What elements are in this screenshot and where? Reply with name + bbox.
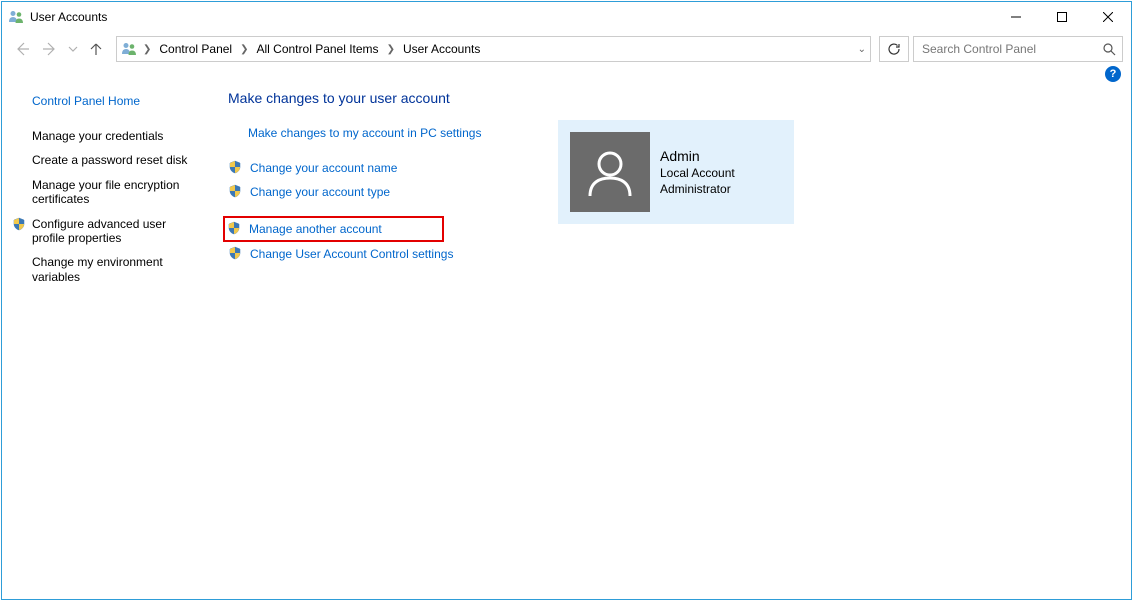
window-frame: User Accounts (1, 1, 1132, 600)
link-manage-another-account[interactable]: Manage another account (227, 219, 382, 239)
chevron-right-icon[interactable]: ❯ (141, 44, 153, 55)
window-title: User Accounts (30, 10, 993, 24)
close-button[interactable] (1085, 2, 1131, 32)
up-button[interactable] (84, 37, 108, 61)
account-type: Local Account (660, 166, 735, 180)
shield-icon (12, 217, 26, 231)
sidebar-item-label: Create a password reset disk (32, 153, 187, 167)
chevron-right-icon[interactable]: ❯ (238, 44, 250, 55)
chevron-right-icon[interactable]: ❯ (385, 44, 397, 55)
link-uac-settings[interactable]: Change User Account Control settings (228, 242, 1131, 266)
search-icon (1102, 42, 1116, 56)
sidebar-item-label: Configure advanced user profile properti… (32, 217, 166, 245)
back-button[interactable] (10, 37, 34, 61)
search-box[interactable] (913, 36, 1123, 62)
shield-icon (228, 246, 244, 262)
shield-icon (228, 160, 244, 176)
window-controls (993, 2, 1131, 32)
action-label: Make changes to my account in PC setting… (248, 126, 481, 140)
shield-icon (228, 184, 244, 200)
titlebar: User Accounts (2, 2, 1131, 32)
refresh-button[interactable] (879, 36, 909, 62)
minimize-button[interactable] (993, 2, 1039, 32)
action-label: Change your account type (250, 185, 390, 199)
account-tile[interactable]: Admin Local Account Administrator (558, 120, 794, 224)
main-content: Make changes to your user account Make c… (210, 84, 1131, 599)
sidebar: Control Panel Home Manage your credentia… (2, 84, 210, 599)
action-label: Manage another account (249, 222, 382, 236)
search-input[interactable] (920, 41, 1102, 57)
sidebar-item-advanced-profile[interactable]: Configure advanced user profile properti… (14, 212, 198, 251)
forward-button[interactable] (38, 37, 62, 61)
maximize-button[interactable] (1039, 2, 1085, 32)
address-dropdown[interactable]: ⌄ (858, 44, 866, 55)
help-icon[interactable]: ? (1105, 66, 1121, 82)
avatar (570, 132, 650, 212)
app-icon (8, 9, 24, 25)
location-icon (121, 41, 137, 57)
sidebar-item-label: Manage your credentials (32, 129, 163, 143)
sidebar-item-environment-vars[interactable]: Change my environment variables (14, 250, 198, 289)
account-name: Admin (660, 148, 735, 164)
account-info: Admin Local Account Administrator (660, 148, 735, 196)
help-row: ? (2, 66, 1131, 84)
recent-locations-dropdown[interactable] (66, 37, 80, 61)
account-role: Administrator (660, 182, 735, 196)
breadcrumb-user-accounts[interactable]: User Accounts (401, 42, 482, 56)
breadcrumb-control-panel[interactable]: Control Panel (157, 42, 234, 56)
breadcrumb-all-items[interactable]: All Control Panel Items (255, 42, 381, 56)
sidebar-item-file-encryption[interactable]: Manage your file encryption certificates (14, 173, 198, 212)
sidebar-item-password-reset[interactable]: Create a password reset disk (14, 148, 198, 172)
control-panel-home-link[interactable]: Control Panel Home (14, 90, 198, 112)
sidebar-item-credentials[interactable]: Manage your credentials (14, 124, 198, 148)
sidebar-item-label: Manage your file encryption certificates (32, 178, 179, 206)
shield-icon (227, 221, 243, 237)
address-bar[interactable]: ❯ Control Panel ❯ All Control Panel Item… (116, 36, 871, 62)
content-body: Control Panel Home Manage your credentia… (2, 84, 1131, 599)
sidebar-item-label: Change my environment variables (32, 255, 163, 283)
action-label: Change User Account Control settings (250, 247, 453, 261)
nav-toolbar: ❯ Control Panel ❯ All Control Panel Item… (2, 32, 1131, 66)
page-heading: Make changes to your user account (228, 90, 1131, 106)
action-label: Change your account name (250, 161, 397, 175)
